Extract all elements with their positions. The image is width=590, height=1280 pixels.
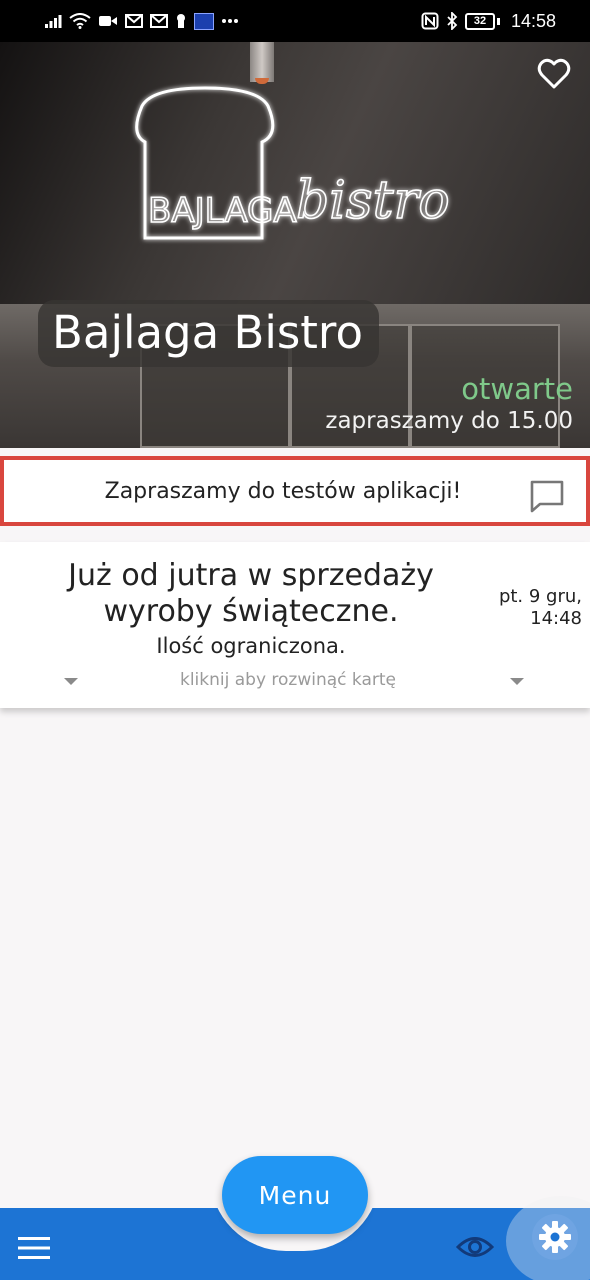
news-card[interactable]: Już od jutra w sprzedaży wyroby świątecz… — [0, 542, 590, 708]
battery-tip — [496, 17, 500, 25]
announcement-bar[interactable]: Zapraszamy do testów aplikacji! — [0, 456, 590, 526]
news-headline-line2: wyroby świąteczne. — [103, 594, 399, 629]
news-date: pt. 9 gru, 14:48 — [482, 586, 582, 630]
status-icons-right: 32 14:58 — [421, 11, 556, 32]
more-icon — [221, 18, 239, 24]
opening-hours: zapraszamy do 15.00 — [325, 408, 573, 434]
neon-text-bistro: bistro — [296, 171, 450, 231]
expand-hint: kliknij aby rozwinąć kartę — [179, 670, 397, 690]
open-status: otwarte — [461, 372, 573, 406]
gear-icon — [539, 1221, 571, 1253]
status-bar: 32 14:58 — [0, 0, 590, 42]
menu-button[interactable]: Menu — [222, 1156, 368, 1234]
keyboard-icon — [194, 12, 214, 30]
news-date-day: pt. 9 gru, — [498, 586, 582, 607]
neon-text-bajlaga: BAJLAGA — [148, 191, 297, 231]
mail-icon — [125, 14, 143, 28]
battery-icon: 32 — [464, 12, 495, 30]
eye-icon[interactable] — [456, 1234, 494, 1260]
menu-button-label: Menu — [258, 1180, 332, 1210]
expand-card-toggle[interactable]: kliknij aby rozwinąć kartę — [0, 670, 590, 694]
chat-bubble-icon[interactable] — [528, 478, 566, 514]
bluetooth-icon — [446, 12, 458, 30]
hero-banner: BAJLAGA bistro Bajlaga Bistro otwarte za… — [0, 42, 590, 448]
restaurant-title-badge: Bajlaga Bistro — [38, 300, 379, 367]
news-subline: Ilość ograniczona. — [156, 634, 346, 658]
news-headline: Już od jutra w sprzedaży wyroby świątecz… — [0, 558, 502, 630]
favorite-heart-icon[interactable] — [536, 56, 572, 92]
nfc-icon — [421, 12, 439, 30]
status-icons-left — [44, 12, 239, 30]
announcement-text: Zapraszamy do testów aplikacji! — [104, 478, 462, 504]
news-headline-line1: Już od jutra w sprzedaży — [68, 558, 434, 593]
keyhole-icon — [175, 13, 187, 29]
hamburger-menu-icon[interactable] — [18, 1236, 50, 1260]
signal-icon — [44, 13, 62, 29]
chevron-down-icon — [510, 678, 524, 685]
wifi-icon — [69, 13, 91, 29]
video-icon — [98, 14, 118, 28]
clock: 14:58 — [510, 10, 556, 31]
settings-button[interactable] — [532, 1214, 578, 1260]
news-date-time: 14:48 — [530, 608, 582, 629]
mail-icon — [150, 14, 168, 28]
restaurant-title: Bajlaga Bistro — [52, 306, 363, 359]
